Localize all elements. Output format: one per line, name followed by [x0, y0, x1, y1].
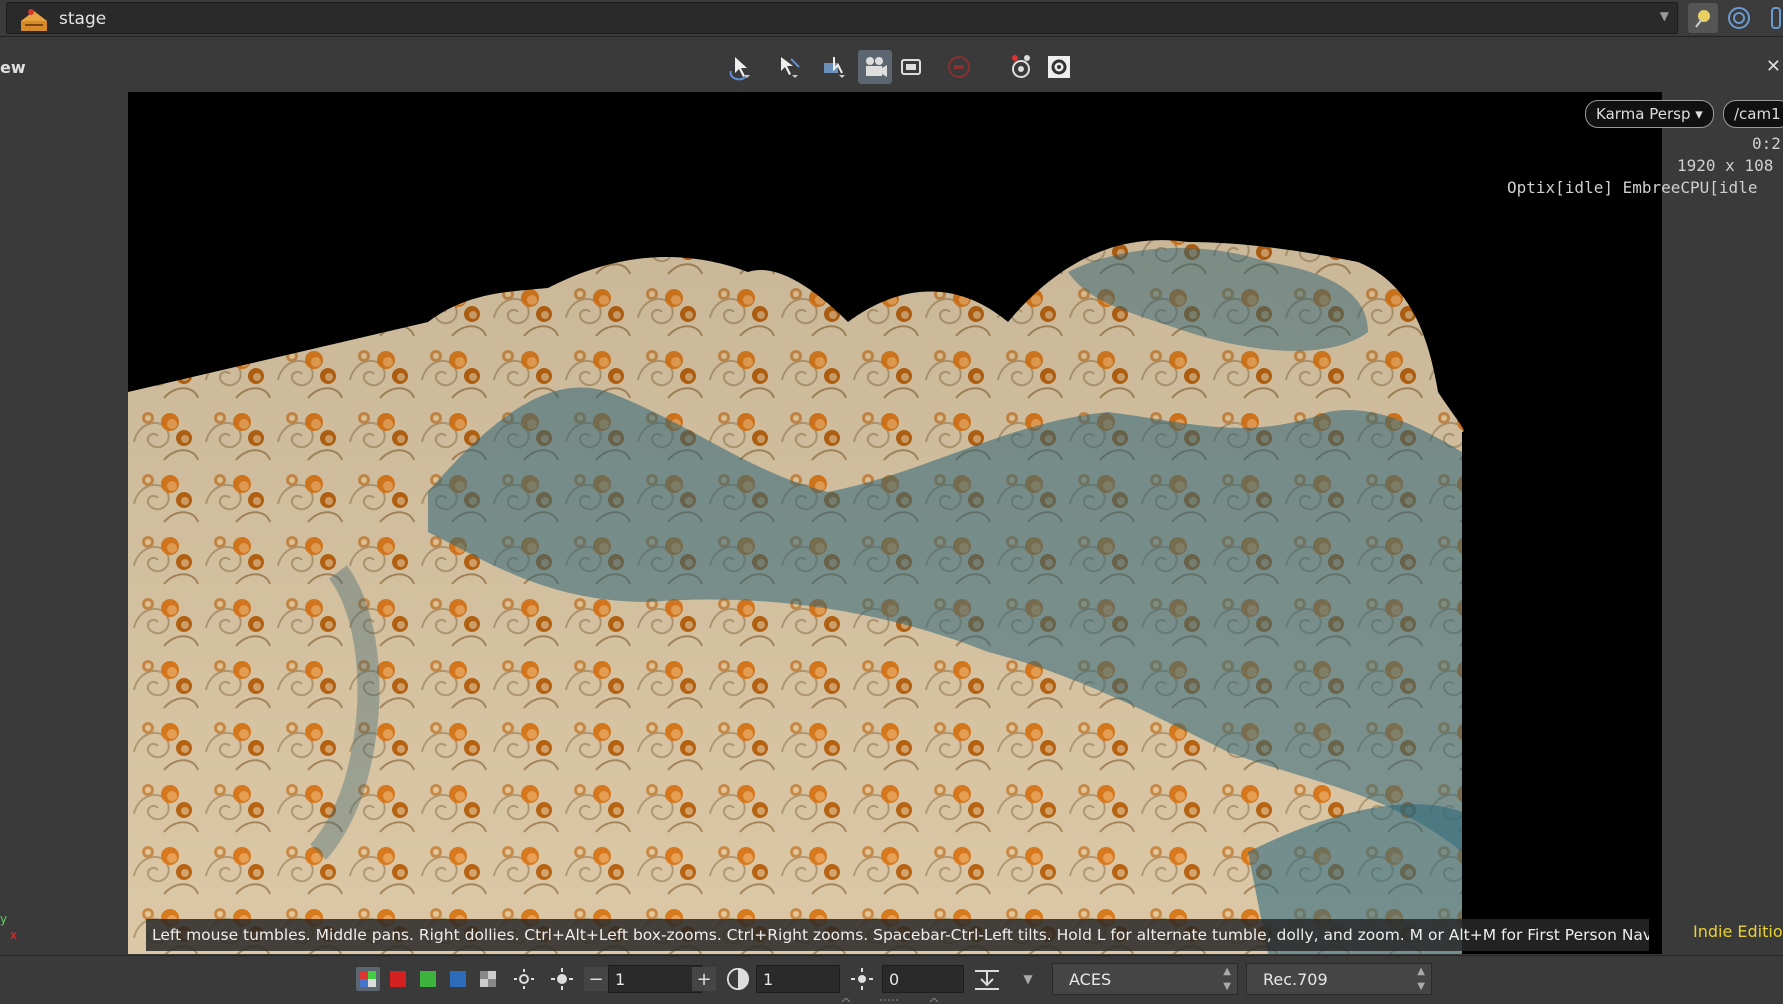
- pin-icon[interactable]: [1688, 3, 1718, 33]
- resize-grip-icon[interactable]: [840, 998, 940, 1002]
- display-transform-select[interactable]: Rec.709 ▲ ▼: [1246, 963, 1432, 995]
- chevron-down-icon[interactable]: ▼: [1660, 9, 1669, 23]
- link-icon[interactable]: [1760, 3, 1783, 33]
- houdini-logo-icon: [21, 9, 47, 31]
- red-channel-icon[interactable]: [386, 967, 410, 991]
- snapshot-icon[interactable]: [894, 50, 928, 84]
- path-label: stage: [59, 9, 107, 29]
- exposure-decrement-button[interactable]: −: [584, 967, 608, 991]
- move-transform-icon[interactable]: [818, 50, 852, 84]
- camera-view-icon[interactable]: [858, 50, 892, 84]
- gamma-field[interactable]: 1: [756, 965, 840, 993]
- left-tool-gutter: [0, 92, 128, 954]
- updown-arrows-icon: ▲ ▼: [1417, 966, 1425, 992]
- offset-field[interactable]: 0: [882, 965, 964, 993]
- top-right-tools: [1688, 2, 1783, 34]
- network-path-field[interactable]: stage ▼: [6, 2, 1678, 34]
- chevron-down-icon: ▾: [1695, 105, 1703, 123]
- render-time: 0:2: [1752, 134, 1781, 153]
- exposure-increment-button[interactable]: +: [692, 967, 716, 991]
- display-transform-value: Rec.709: [1263, 970, 1328, 989]
- render-resolution: 1920 x 108: [1677, 156, 1774, 175]
- exposure-field[interactable]: 1: [608, 965, 702, 993]
- brightness-icon[interactable]: [550, 967, 574, 991]
- renderer-label: Karma Persp: [1596, 105, 1691, 123]
- render-viewport[interactable]: [128, 92, 1662, 954]
- color-space-select[interactable]: ACES ▲ ▼: [1052, 963, 1238, 995]
- render-camera-icon[interactable]: [1004, 50, 1038, 84]
- alpha-channel-icon[interactable]: [476, 967, 500, 991]
- chevron-down-icon[interactable]: ▼: [1016, 967, 1040, 991]
- blue-channel-icon[interactable]: [446, 967, 470, 991]
- green-channel-icon[interactable]: [416, 967, 440, 991]
- viewer-toolbar: ew ✕: [0, 44, 1783, 93]
- color-space-value: ACES: [1069, 970, 1112, 989]
- levels-icon[interactable]: [972, 967, 1002, 991]
- exposure-icon[interactable]: [512, 967, 536, 991]
- axis-x-label: x: [10, 928, 18, 942]
- right-tool-gutter: [1662, 92, 1783, 954]
- close-icon[interactable]: ✕: [1766, 56, 1781, 77]
- rgb-channel-icon[interactable]: [356, 967, 380, 991]
- edition-label: Indie Edition: [1693, 922, 1783, 941]
- render-engine-status: Optix[idle] EmbreeCPU[idle: [1507, 178, 1758, 197]
- navigation-help-bar: Left mouse tumbles. Middle pans. Right d…: [146, 919, 1649, 951]
- pane-tab-label[interactable]: ew: [0, 58, 26, 77]
- stop-render-icon[interactable]: [942, 50, 976, 84]
- offset-icon[interactable]: [850, 967, 874, 991]
- cloth-render-image: [128, 92, 1662, 954]
- target-icon[interactable]: [1724, 3, 1754, 33]
- camera-menu-button[interactable]: /cam1: [1723, 100, 1783, 128]
- axis-y-label: y: [0, 912, 8, 926]
- select-transform-icon[interactable]: [772, 50, 806, 84]
- gamma-icon[interactable]: [726, 967, 750, 991]
- renderer-menu-button[interactable]: Karma Persp ▾: [1585, 100, 1714, 128]
- updown-arrows-icon: ▲ ▼: [1223, 966, 1231, 992]
- display-options-bar: − 1 + 1 0 ▼ ACES ▲ ▼ Rec.709 ▲ ▼: [0, 955, 1783, 1001]
- select-arrow-icon[interactable]: [724, 50, 758, 84]
- render-settings-icon[interactable]: [1042, 50, 1076, 84]
- path-bar: stage ▼: [0, 0, 1783, 37]
